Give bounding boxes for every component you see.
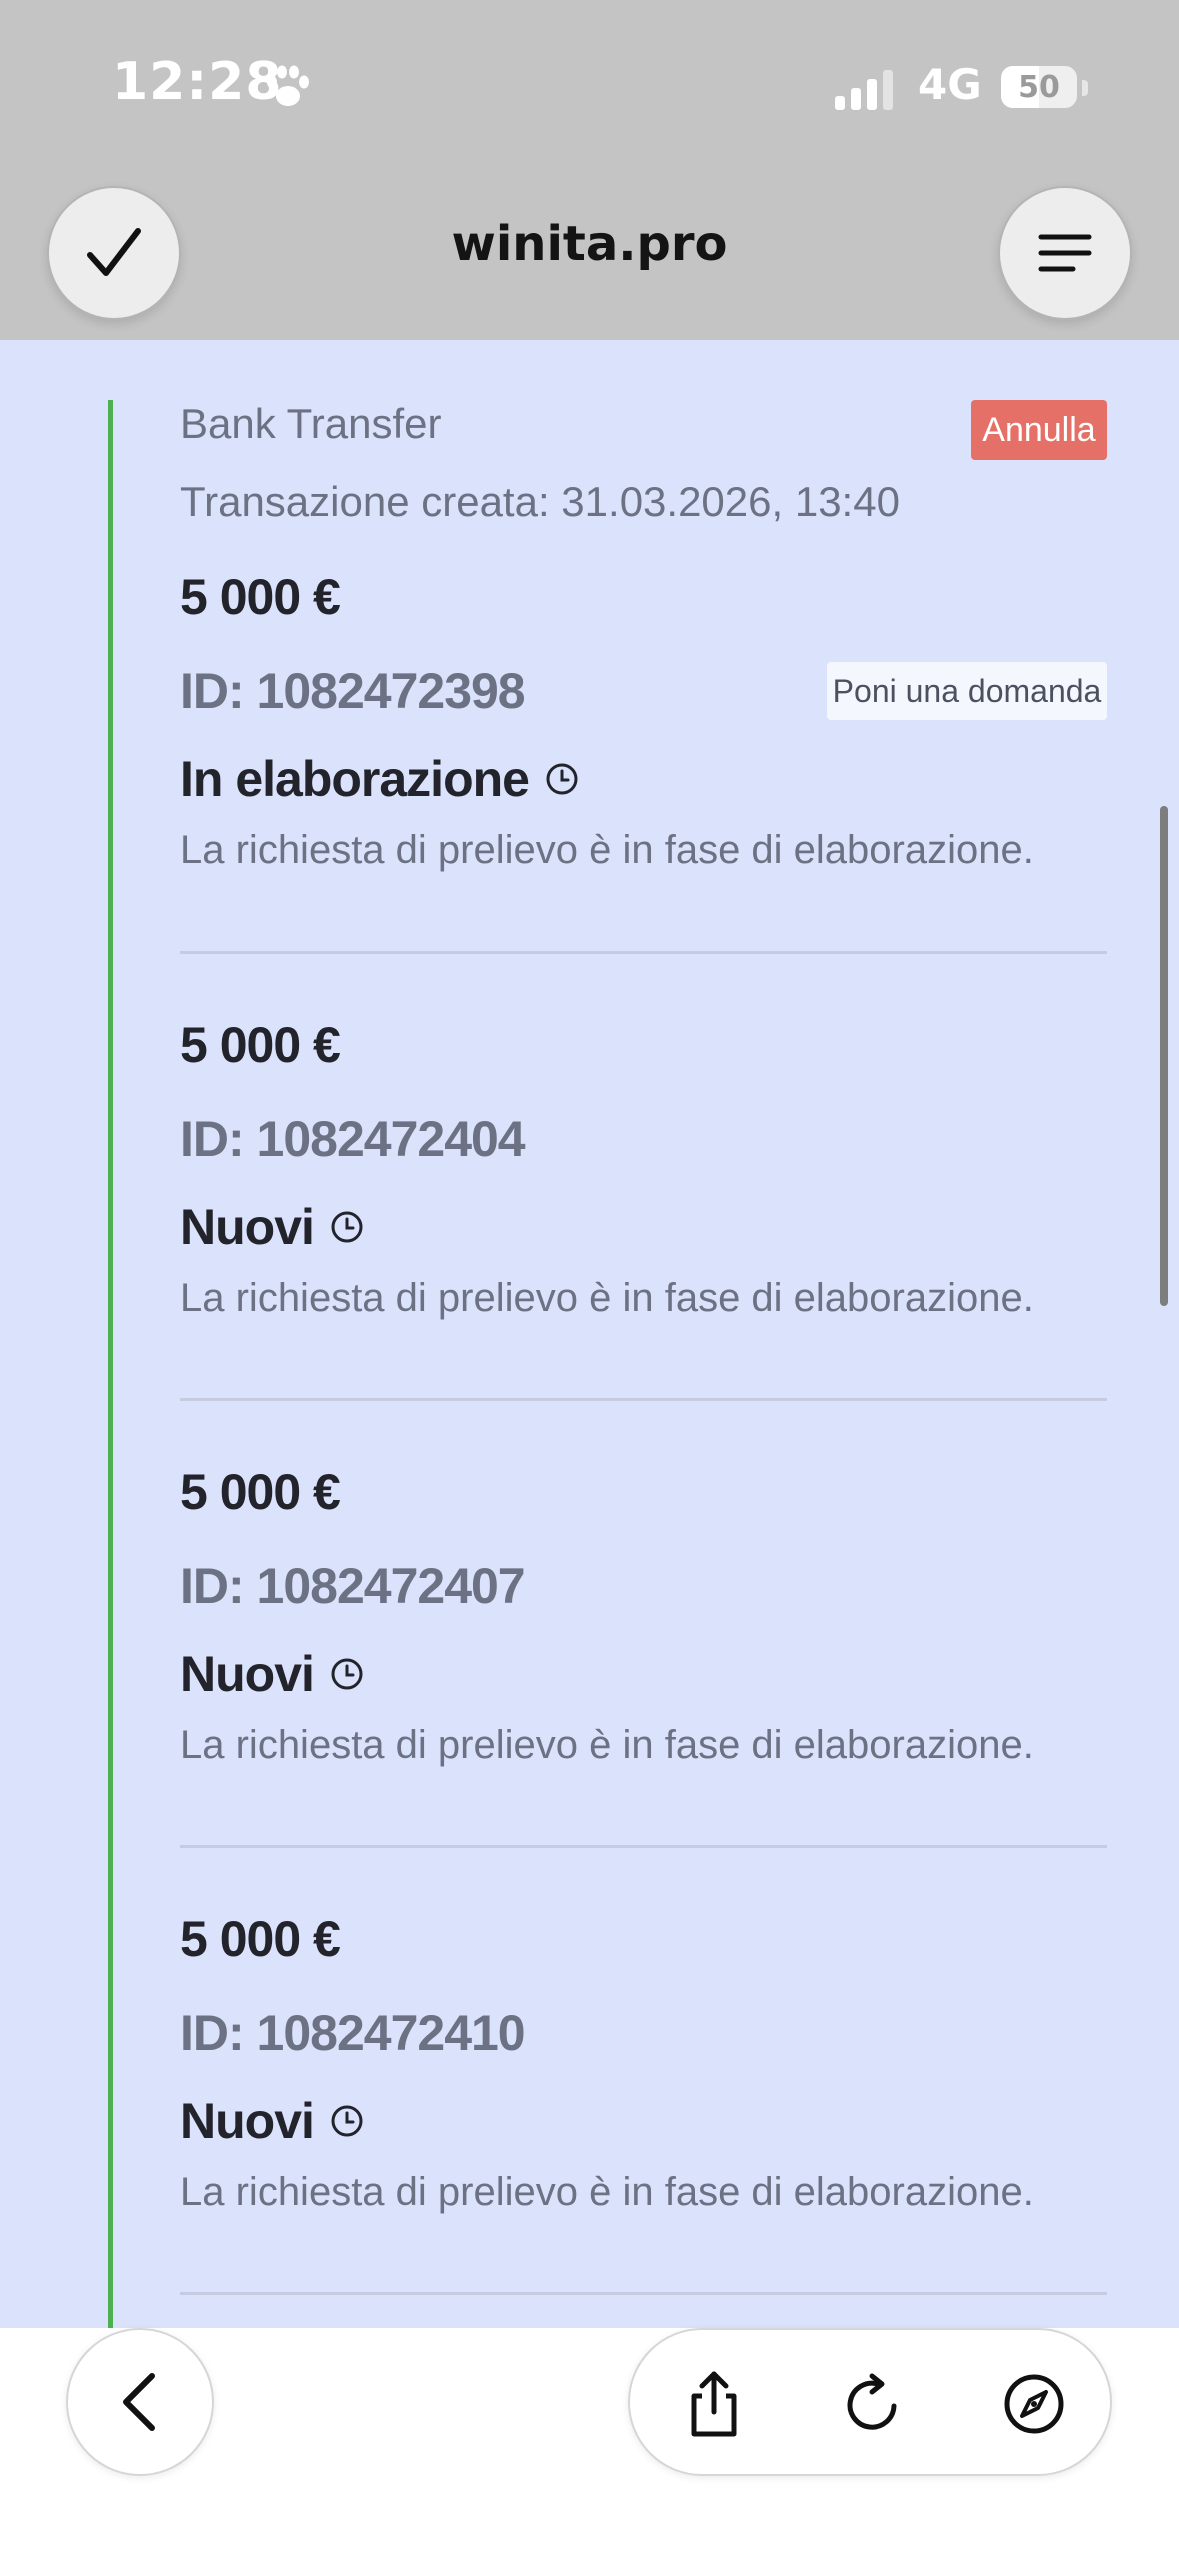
status-label: Nuovi — [180, 1646, 315, 1702]
clock-icon — [331, 1658, 363, 1690]
browser-top-bar: 12:28 4G 50 winita.pro — [0, 0, 1179, 340]
transactions-content[interactable]: Bank Transfer Annulla Transazione creata… — [0, 340, 1179, 2328]
cancel-button[interactable]: Annulla — [971, 400, 1107, 460]
transaction-id: ID: 1082472398 — [180, 663, 526, 719]
status-label: Nuovi — [180, 1199, 315, 1255]
back-button[interactable] — [66, 2328, 214, 2476]
status-time: 12:28 — [112, 52, 283, 112]
status-row: Nuovi — [180, 2092, 364, 2150]
status-label: Nuovi — [180, 2093, 315, 2149]
scrollbar[interactable] — [1160, 806, 1168, 1306]
chevron-left-icon — [123, 2373, 155, 2431]
status-label: In elaborazione — [180, 751, 530, 807]
divider — [180, 1845, 1107, 1848]
paw-icon — [267, 65, 309, 106]
transaction-item: 5 000 € ID: 1082472407 Nuovi La richiest… — [180, 1463, 1107, 1793]
ask-question-button[interactable]: Poni una domanda — [827, 662, 1107, 720]
transaction-id: ID: 1082472410 — [180, 2005, 526, 2061]
payment-method: Bank Transfer — [180, 400, 442, 447]
battery-cap — [1082, 80, 1088, 96]
battery-indicator: 50 — [1001, 66, 1077, 108]
battery-percent: 50 — [1018, 69, 1060, 105]
signal-icon — [835, 70, 893, 110]
divider — [180, 951, 1107, 954]
transaction-amount: 5 000 € — [180, 569, 341, 625]
status-description: La richiesta di prelievo è in fase di el… — [180, 1276, 1034, 1320]
transaction-id: ID: 1082472404 — [180, 1111, 526, 1167]
status-description: La richiesta di prelievo è in fase di el… — [180, 828, 1034, 872]
reload-icon — [847, 2373, 897, 2430]
transaction-amount: 5 000 € — [180, 1017, 341, 1073]
transaction-item: 5 000 € ID: 1082472404 Nuovi La richiest… — [180, 1016, 1107, 1346]
divider — [180, 2292, 1107, 2295]
transaction-item: Bank Transfer Annulla Transazione creata… — [180, 400, 1107, 872]
transaction-id: ID: 1082472407 — [180, 1558, 526, 1614]
status-description: La richiesta di prelievo è in fase di el… — [180, 1723, 1034, 1767]
browser-actions — [628, 2328, 1112, 2476]
status-row: Nuovi — [180, 1645, 364, 1703]
status-row: Nuovi — [180, 1198, 364, 1256]
compass-icon — [1004, 2374, 1064, 2434]
timeline-line — [108, 400, 113, 2328]
network-type: 4G — [918, 60, 982, 109]
divider — [180, 1398, 1107, 1401]
clock-icon — [331, 2105, 363, 2137]
transaction-amount: 5 000 € — [180, 1911, 341, 1967]
share-icon — [691, 2371, 737, 2437]
reload-button[interactable] — [834, 2364, 914, 2444]
status-description: La richiesta di prelievo è in fase di el… — [180, 2170, 1034, 2214]
menu-button[interactable] — [998, 186, 1132, 320]
status-row: In elaborazione — [180, 750, 579, 808]
compass-button[interactable] — [994, 2364, 1074, 2444]
menu-icon — [1038, 234, 1092, 272]
transaction-item: 5 000 € ID: 1082472410 Nuovi La richiest… — [180, 1910, 1107, 2240]
clock-icon — [331, 1211, 363, 1243]
clock-icon — [546, 763, 578, 795]
created-date: Transazione creata: 31.03.2026, 13:40 — [180, 478, 900, 525]
share-button[interactable] — [674, 2364, 754, 2444]
transaction-amount: 5 000 € — [180, 1464, 341, 1520]
